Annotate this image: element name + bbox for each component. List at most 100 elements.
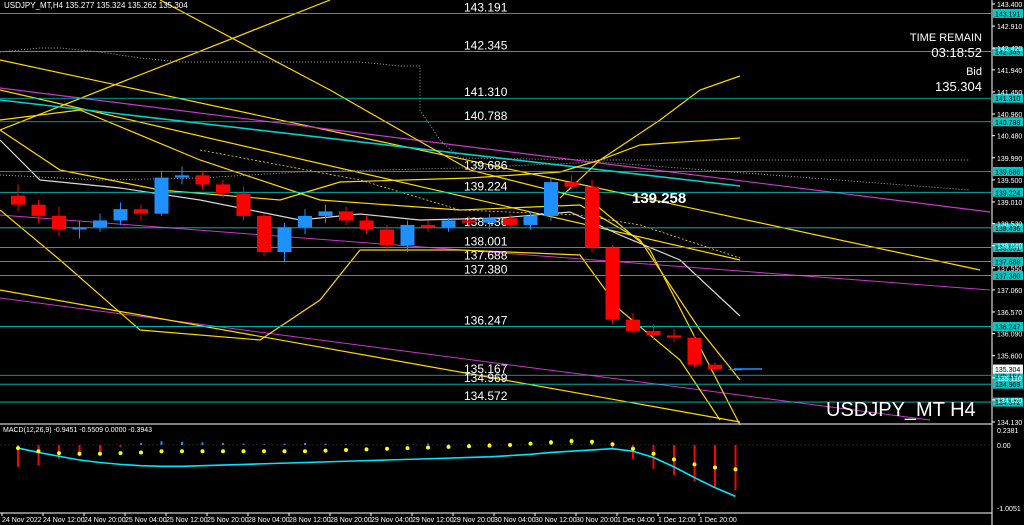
macd-dot <box>200 449 205 454</box>
bear-candle <box>216 184 230 194</box>
trend-line-magenta-3 <box>0 87 991 213</box>
time-axis-label: 28 Nov 20:00 <box>330 517 372 524</box>
macd-dot <box>36 449 41 454</box>
level-label: 137.688 <box>464 249 508 263</box>
macd-dot <box>57 451 61 456</box>
level-label: 134.572 <box>464 389 508 403</box>
bear-candle <box>195 175 210 185</box>
macd-dot <box>713 465 717 470</box>
macd-dot <box>139 450 143 455</box>
time-axis-label: 29 Nov 12:00 <box>412 517 454 524</box>
macd-dot <box>303 449 307 454</box>
envelope-upper <box>0 75 741 201</box>
time-axis-label: 1 Dec 20:00 <box>699 517 737 524</box>
bear-candle <box>708 364 722 370</box>
bear-candle <box>462 220 476 223</box>
price-tick-label: 139.010 <box>997 200 1022 207</box>
macd-dot <box>467 444 471 449</box>
macd-dot <box>549 440 553 445</box>
bear-candle <box>605 247 620 320</box>
bear-candle <box>52 215 66 230</box>
macd-dot <box>98 451 102 456</box>
level-price-tag-text: 139.686 <box>995 169 1020 176</box>
bear-candle <box>646 330 661 336</box>
bull-candle <box>318 211 333 216</box>
macd-dot <box>323 448 328 453</box>
macd-dot <box>692 462 697 467</box>
macd-dot <box>733 467 738 472</box>
bear-candle <box>626 319 640 331</box>
macd-signal-line <box>17 447 736 498</box>
level-price-tag-text: 134.969 <box>995 382 1020 389</box>
bear-candle <box>687 337 702 365</box>
price-tick-label: 141.450 <box>997 90 1022 97</box>
macd-dot <box>221 449 225 454</box>
price-tick-label: 140.480 <box>997 134 1022 141</box>
price-tick-label: 137.550 <box>997 266 1022 273</box>
chart-window[interactable]: 143.191 143.191 142.345 142.345 141.310 141.3… <box>0 0 1024 525</box>
time-remain-label: TIME REMAIN <box>909 32 982 44</box>
level-price-tag-text: 140.788 <box>995 120 1020 127</box>
level-label: 140.788 <box>464 109 508 123</box>
level-label: 137.380 <box>464 262 508 276</box>
price-tick-label: 141.940 <box>997 68 1022 75</box>
bear-candle <box>503 218 517 225</box>
bear-candle <box>11 195 25 205</box>
bear-candle <box>339 211 353 221</box>
time-axis-label: 24 Nov 2022 <box>2 517 42 524</box>
bear-candle <box>667 335 681 338</box>
level-price-tag-text: 143.191 <box>995 11 1020 18</box>
macd-dot <box>610 442 615 447</box>
time-axis-label: 30 Nov 20:00 <box>576 517 618 524</box>
price-tick-label: 138.040 <box>997 244 1022 251</box>
bear-candle <box>31 204 46 216</box>
macd-dot <box>77 451 82 456</box>
price-tick-label: 136.570 <box>997 310 1022 317</box>
channel-line-mid <box>0 109 741 381</box>
bull-candle <box>544 182 558 216</box>
level-price-tag-text: 139.224 <box>995 190 1020 197</box>
price-tick-label: 139.990 <box>997 156 1022 163</box>
level-price-tag-text: 136.247 <box>995 325 1020 332</box>
bull-candle <box>400 224 415 246</box>
macd-axis-label: 0.2381 <box>997 428 1019 435</box>
price-tick-label: 139.500 <box>997 178 1022 185</box>
macd-dot <box>118 451 123 456</box>
macd-dot <box>241 449 246 454</box>
macd-axis-label: -1.0051 <box>997 506 1021 513</box>
macd-dot <box>631 446 635 451</box>
level-price-tag-text: 137.380 <box>995 273 1020 280</box>
bull-candle <box>154 177 169 214</box>
macd-dot <box>16 446 20 451</box>
symbol-info: USDJPY_MT,H4 135.277 135.324 135.262 135… <box>4 1 188 10</box>
macd-dot <box>446 444 451 449</box>
level-label: 143.191 <box>464 0 508 14</box>
macd-dot <box>590 439 594 444</box>
callout-price: 139.258 <box>632 190 687 207</box>
price-tick-label: 135.110 <box>997 376 1022 383</box>
bull-candle <box>728 369 743 371</box>
chart-canvas[interactable]: 143.191143.191142.345142.345141.310141.3… <box>0 0 1024 525</box>
time-axis-label: 24 Nov 20:00 <box>84 517 126 524</box>
level-label: 139.686 <box>464 158 508 172</box>
macd-label: MACD(12,26,9) -0.9451 -0.5509 0.0000 -0.… <box>3 427 153 434</box>
macd-dot <box>508 442 512 447</box>
bull-candle <box>441 220 456 228</box>
macd-dot <box>426 445 430 450</box>
level-label: 142.345 <box>464 39 508 53</box>
time-axis-label: 25 Nov 12:00 <box>166 517 208 524</box>
price-tick-label: 143.400 <box>997 2 1022 9</box>
time-axis-label: 1 Dec 12:00 <box>658 517 696 524</box>
price-tick-label: 137.060 <box>997 288 1022 295</box>
macd-dot <box>487 443 492 448</box>
bull-candle <box>175 175 189 178</box>
cloud-boundary-line <box>0 47 970 161</box>
time-axis-label: 24 Nov 12:00 <box>43 517 85 524</box>
trend-line-down-2 <box>0 89 741 261</box>
bear-candle <box>564 182 579 187</box>
bear-candle <box>134 209 148 214</box>
bear-candle <box>421 224 435 228</box>
level-label: 139.224 <box>464 179 508 193</box>
price-tick-label: 138.530 <box>997 222 1022 229</box>
macd-dot <box>385 446 389 451</box>
